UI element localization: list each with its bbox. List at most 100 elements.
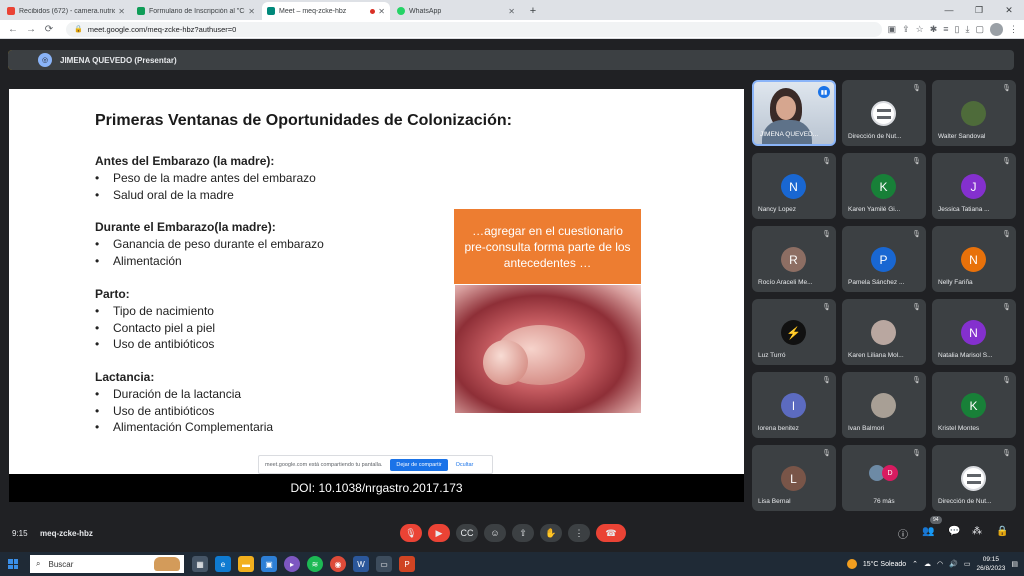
camera-icon[interactable]: ▣ xyxy=(888,24,897,35)
participant-tile[interactable]: 🎙 Walter Sandoval xyxy=(932,80,1016,146)
restore-button[interactable]: ❐ xyxy=(964,5,994,16)
mic-muted-icon: 🎙 xyxy=(912,304,921,311)
download-icon[interactable]: ⤓ xyxy=(966,24,970,35)
profile-avatar[interactable] xyxy=(990,22,1003,36)
taskbar-clock[interactable]: 09:15 26/8/2023 xyxy=(976,555,1005,573)
back-arrow-icon[interactable]: ← xyxy=(6,24,20,35)
gmail-icon xyxy=(7,7,15,15)
hand-icon: ✋ xyxy=(545,527,557,538)
menu-icon[interactable]: ⋮ xyxy=(1009,24,1018,35)
mic-muted-icon: 🎙 xyxy=(1002,304,1011,311)
close-icon[interactable]: ✕ xyxy=(508,7,515,16)
participant-avatar: ⚡ xyxy=(781,320,806,345)
powerpoint-icon[interactable]: P xyxy=(399,556,415,572)
host-controls-icon[interactable]: 🔒 xyxy=(996,526,1008,537)
participant-tile[interactable]: J 🎙 Jessica Tatiana ... xyxy=(932,153,1016,219)
mic-muted-icon: 🎙 xyxy=(1002,85,1011,92)
onedrive-icon[interactable]: ☁ xyxy=(924,560,931,568)
participant-tile[interactable]: 🎙 Karen Liliana Mol... xyxy=(842,299,926,365)
address-bar[interactable]: 🔒 meet.google.com/meq-zcke-hbz?authuser=… xyxy=(66,21,882,37)
close-icon[interactable]: ✕ xyxy=(378,7,385,16)
participant-tile[interactable]: 🎙 Dirección de Nut... xyxy=(842,80,926,146)
people-icon[interactable]: 👥 xyxy=(922,526,934,537)
media-player-icon[interactable]: ▸ xyxy=(284,556,300,572)
url-text: meet.google.com/meq-zcke-hbz?authuser=0 xyxy=(87,24,237,34)
window-controls: — ❐ ✕ xyxy=(934,0,1024,20)
sidebar-icon[interactable]: ▯ xyxy=(955,24,960,35)
more-options-button[interactable]: ⋮ xyxy=(568,524,590,542)
stop-sharing-button[interactable]: Dejar de compartir xyxy=(390,458,448,471)
close-icon[interactable]: ✕ xyxy=(248,7,255,16)
app-window-icon[interactable]: ▭ xyxy=(376,556,392,572)
bullet-item: Contacto piel a piel xyxy=(95,320,215,337)
participant-tile[interactable]: 🎙 Ivan Balmori xyxy=(842,372,926,438)
meet-icon xyxy=(267,7,275,15)
participant-name: Nancy Lopez xyxy=(758,206,796,213)
tab-title: Formulario de Inscripción al "Cu... xyxy=(149,7,246,15)
taskbar-search[interactable]: ⌕ Buscar xyxy=(30,555,184,573)
wifi-icon[interactable]: ◠ xyxy=(937,560,943,568)
extensions-icon[interactable]: ✱ xyxy=(930,24,938,35)
participant-tile[interactable]: ▮▮ JIMENA QUEVED... xyxy=(752,80,836,146)
activities-icon[interactable]: ⁂ xyxy=(972,526,982,537)
tab-search-icon[interactable]: ≡ xyxy=(943,24,948,34)
participant-tile[interactable]: R 🎙 Rocío Araceli Me... xyxy=(752,226,836,292)
camera-off-button[interactable]: ▶ xyxy=(428,524,450,542)
participant-tile[interactable]: ⚡ 🎙 Luz Turró xyxy=(752,299,836,365)
tab-gmail[interactable]: Recibidos (672) - camera.nutricion... ✕ xyxy=(2,2,130,20)
leave-call-button[interactable]: ☎ xyxy=(596,524,626,542)
new-tab-button[interactable]: + xyxy=(524,2,542,20)
info-icon[interactable]: ⓘ xyxy=(898,526,908,541)
participant-tile[interactable]: L 🎙 Lisa Bernal xyxy=(752,445,836,511)
forward-arrow-icon[interactable]: → xyxy=(24,24,38,35)
spotify-icon[interactable]: ≋ xyxy=(307,556,323,572)
tab-whatsapp[interactable]: WhatsApp ✕ xyxy=(392,2,520,20)
presenter-name: JIMENA QUEVEDO (Presentar) xyxy=(60,55,177,65)
star-icon[interactable]: ☆ xyxy=(916,24,924,35)
participant-tile[interactable]: 🎙 Dirección de Nut... xyxy=(932,445,1016,511)
file-explorer-icon[interactable]: ▬ xyxy=(238,556,254,572)
participant-tile[interactable]: D 🎙 76 más xyxy=(842,445,926,511)
weather-text[interactable]: 15°C Soleado xyxy=(863,561,906,568)
share-icon[interactable]: ⇪ xyxy=(902,24,910,35)
present-screen-icon: ⇧ xyxy=(519,527,527,538)
chat-icon[interactable]: 💬 xyxy=(948,526,960,537)
callout-box: …agregar en el cuestionario pre-consulta… xyxy=(454,209,641,284)
section-heading: Parto: xyxy=(95,287,130,301)
browser-toolbar: ← → ⟳ 🔒 meet.google.com/meq-zcke-hbz?aut… xyxy=(0,20,1024,39)
mic-muted-icon: 🎙 xyxy=(822,450,831,457)
chrome-icon[interactable]: ◉ xyxy=(330,556,346,572)
participant-name: JIMENA QUEVED... xyxy=(760,131,819,138)
participant-tile[interactable]: l 🎙 lorena benitez xyxy=(752,372,836,438)
tab-forms[interactable]: Formulario de Inscripción al "Cu... ✕ xyxy=(132,2,260,20)
close-icon[interactable]: ✕ xyxy=(118,7,125,16)
hide-share-bar-link[interactable]: Ocultar xyxy=(456,462,474,468)
edge-icon[interactable]: e xyxy=(215,556,231,572)
share-message: meet.google.com está compartiendo tu pan… xyxy=(265,461,383,468)
reload-icon[interactable]: ⟳ xyxy=(42,24,56,35)
participant-tile[interactable]: P 🎙 Pamela Sánchez ... xyxy=(842,226,926,292)
store-icon[interactable]: ▣ xyxy=(261,556,277,572)
participant-tile[interactable]: K 🎙 Kristel Montes xyxy=(932,372,1016,438)
tray-chevron-icon[interactable]: ⌃ xyxy=(912,560,918,568)
raise-hand-button[interactable]: ✋ xyxy=(540,524,562,542)
notifications-icon[interactable]: ▤ xyxy=(1011,560,1018,568)
tab-meet[interactable]: Meet – meq-zcke-hbz ✕ xyxy=(262,2,390,20)
task-view-icon[interactable]: ▦ xyxy=(192,556,208,572)
reactions-button[interactable]: ☺ xyxy=(484,524,506,542)
word-icon[interactable]: W xyxy=(353,556,369,572)
participant-tile[interactable]: K 🎙 Karen Yamilé Gi... xyxy=(842,153,926,219)
participant-tile[interactable]: N 🎙 Nelly Fariña xyxy=(932,226,1016,292)
participant-tile[interactable]: N 🎙 Natalia Marisol S... xyxy=(932,299,1016,365)
battery-icon[interactable]: ▭ xyxy=(964,560,971,568)
captions-button[interactable]: CC xyxy=(456,524,478,542)
close-window-button[interactable]: ✕ xyxy=(994,5,1024,16)
mic-off-button[interactable]: 🎙 xyxy=(400,524,422,542)
section-heading: Antes del Embarazo (la madre): xyxy=(95,154,275,168)
minimize-button[interactable]: — xyxy=(934,5,964,15)
window-icon[interactable]: ▢ xyxy=(975,24,984,35)
present-button[interactable]: ⇧ xyxy=(512,524,534,542)
windows-start-icon[interactable] xyxy=(8,559,18,569)
volume-icon[interactable]: 🔊 xyxy=(949,560,958,568)
participant-tile[interactable]: N 🎙 Nancy Lopez xyxy=(752,153,836,219)
